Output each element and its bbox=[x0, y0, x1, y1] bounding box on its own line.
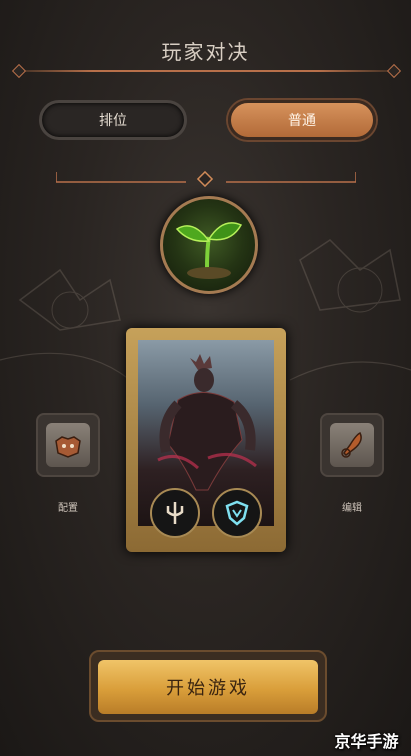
game-lobby-screen: 玩家对决 排位 普通 配置 编辑 开始游戏 京华手游 bbox=[0, 0, 411, 756]
ornate-divider bbox=[56, 170, 356, 188]
edit-feather-icon bbox=[330, 423, 374, 467]
start-game-button[interactable]: 开始游戏 bbox=[98, 660, 318, 714]
normal-mode-button[interactable]: 普通 bbox=[228, 100, 376, 140]
page-title: 玩家对决 bbox=[161, 40, 250, 64]
edit-label: 编辑 bbox=[342, 503, 362, 514]
config-creature-icon bbox=[46, 423, 90, 467]
watermark-logo: 京华手游 bbox=[334, 732, 399, 751]
trident-skill-icon[interactable] bbox=[150, 488, 200, 538]
ice-crest-skill-icon[interactable] bbox=[212, 488, 262, 538]
config-button[interactable] bbox=[36, 413, 100, 477]
config-label: 配置 bbox=[58, 503, 78, 514]
sprout-emblem-icon[interactable] bbox=[160, 196, 258, 294]
edit-button[interactable] bbox=[320, 413, 384, 477]
title-divider bbox=[18, 70, 393, 72]
ranked-mode-button[interactable]: 排位 bbox=[39, 100, 187, 140]
